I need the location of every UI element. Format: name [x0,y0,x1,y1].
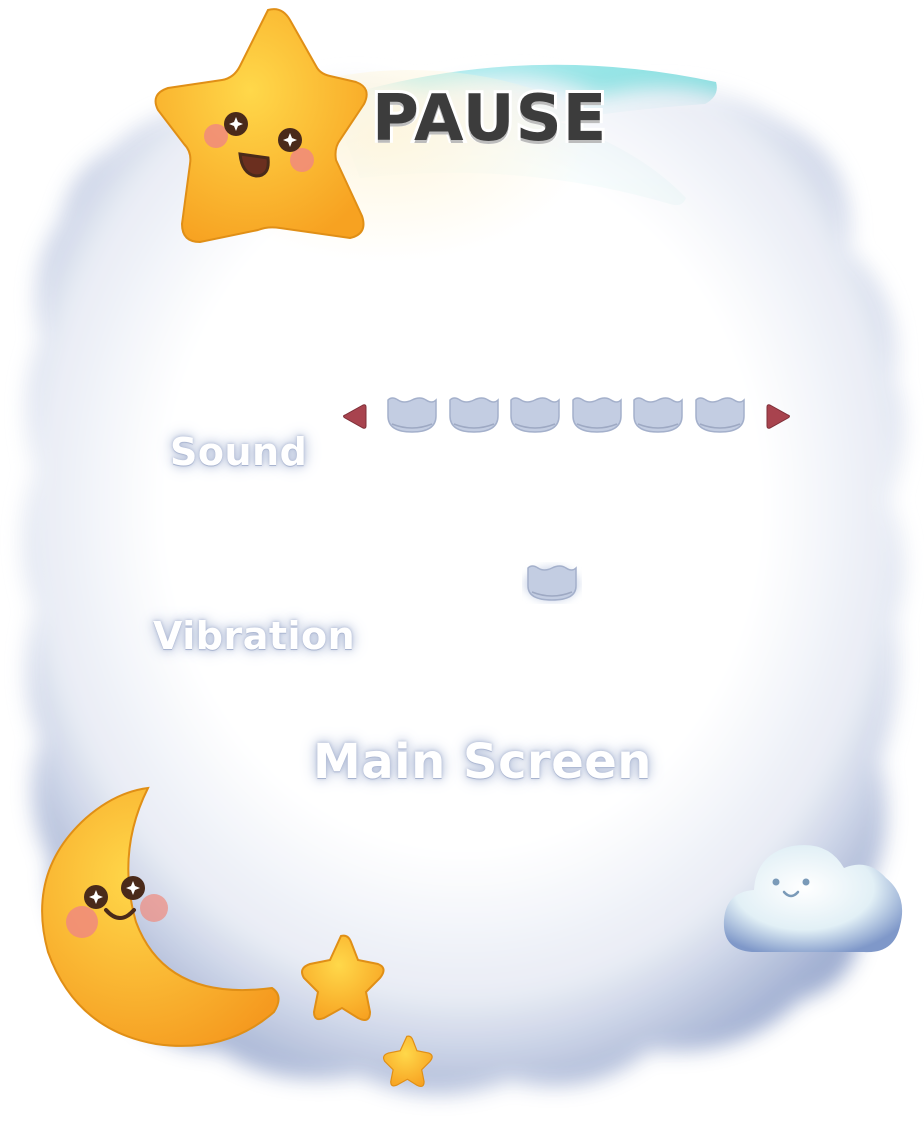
page-title: PAUSE [369,79,609,159]
sound-level-slot[interactable] [446,396,502,436]
sound-label: Sound [170,430,308,474]
sound-level-slot[interactable] [384,396,440,436]
smiling-moon-icon [41,786,280,1047]
vibration-label: Vibration [153,614,356,658]
pause-menu: PAUSE Sound Vibration Main Screen [0,0,924,1125]
sound-level-slot[interactable] [630,396,686,436]
star-icon [301,934,385,1021]
sound-decrease-arrow-icon[interactable] [339,401,369,431]
sound-level-slot[interactable] [569,396,625,436]
smiling-cloud-icon [723,844,903,953]
main-screen-label: Main Screen [313,734,652,790]
sound-level-slot[interactable] [692,396,748,436]
vibration-toggle[interactable] [522,562,582,604]
star-icon [382,1035,433,1088]
smiling-star-icon [154,8,368,244]
sound-level-slot[interactable] [507,396,563,436]
sound-increase-arrow-icon[interactable] [764,401,794,431]
